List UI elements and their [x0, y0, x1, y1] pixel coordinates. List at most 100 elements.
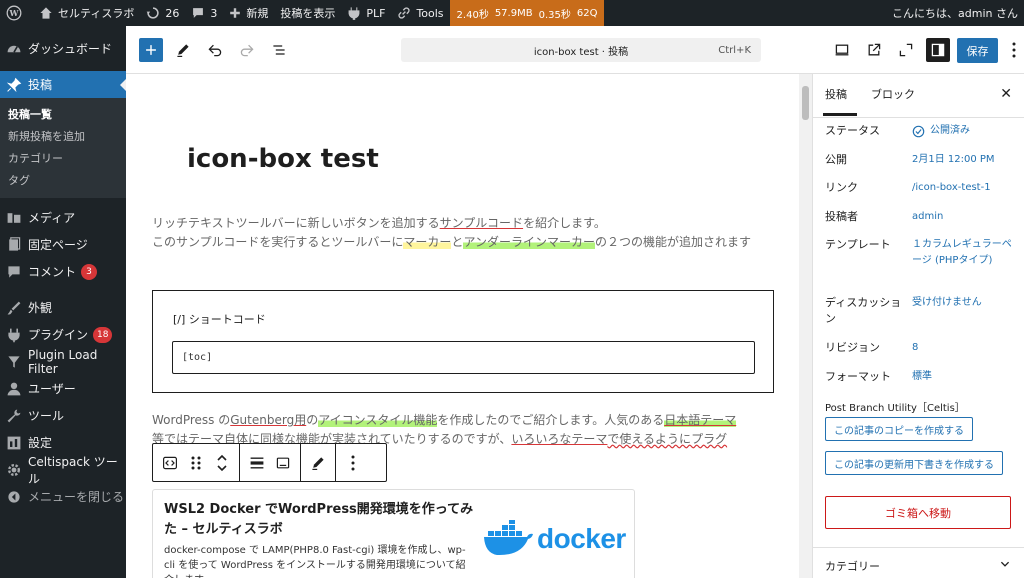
view-post-link[interactable]: 投稿を表示 — [274, 0, 341, 26]
tab-post[interactable]: 投稿 — [823, 86, 857, 116]
move-to-trash-label: ゴミ箱へ移動 — [885, 506, 951, 520]
drag-handle[interactable] — [185, 452, 207, 474]
p1-text-d: このサンプルコードを実行するとツールバーに — [152, 235, 404, 249]
menu-settings-label: 設定 — [28, 436, 53, 450]
plus-icon — [146, 45, 156, 55]
menu-plf-label: Plugin Load Filter — [28, 347, 98, 376]
tab-block[interactable]: ブロック — [871, 86, 915, 102]
menu-posts[interactable]: 投稿 — [0, 71, 126, 98]
updates-icon — [147, 7, 159, 19]
docker-whale-icon — [484, 520, 533, 556]
menu-appearance[interactable]: 外観 — [0, 294, 126, 321]
home-icon — [40, 7, 52, 19]
plugins-badge: 18 — [93, 326, 113, 343]
wp-logo-icon[interactable]: W — [0, 0, 33, 26]
submenu-add-new[interactable]: 新規投稿を追加 — [0, 126, 126, 148]
align-button[interactable] — [246, 452, 268, 474]
view-post-button[interactable] — [862, 38, 886, 62]
publish-date-button[interactable]: 2月1日 12:00 PM — [912, 152, 1012, 168]
undo-icon — [208, 44, 222, 57]
close-icon[interactable]: ✕ — [1000, 86, 1012, 102]
submenu-all-posts[interactable]: 投稿一覧 — [0, 104, 126, 126]
discussion-button[interactable]: 受け付けません — [912, 295, 1012, 311]
block-options-button[interactable] — [342, 452, 364, 474]
external-link-icon — [868, 43, 881, 56]
move-up-down-button[interactable] — [211, 452, 233, 474]
menu-tools[interactable]: ツール — [0, 402, 126, 429]
settings-sidebar-toggle[interactable] — [926, 38, 950, 62]
template-button[interactable]: １カラムレギュラーページ (PHPタイプ) — [912, 237, 1012, 269]
submenu-categories[interactable]: カテゴリー — [0, 148, 126, 170]
shortcode-input[interactable]: [toc] — [172, 341, 755, 374]
status-label: ステータス — [825, 124, 880, 137]
create-update-draft-button[interactable]: この記事の更新用下書きを作成する — [825, 451, 1003, 475]
save-label: 保存 — [966, 44, 989, 58]
permalink-button[interactable]: /icon-box-test-1 — [912, 180, 1012, 196]
canvas-scrollbar[interactable] — [799, 74, 812, 578]
format-button[interactable]: 標準 — [912, 369, 1012, 385]
view-post-label: 投稿を表示 — [280, 7, 336, 20]
query-monitor[interactable]: 2.40秒 57.9MB 0.35秒 62Q — [449, 0, 605, 26]
block-type-button[interactable] — [159, 452, 181, 474]
shortcode-label: [/] ショートコード — [173, 313, 266, 326]
site-name-link[interactable]: セルティスラボ — [33, 0, 140, 26]
post-title[interactable]: icon-box test — [187, 144, 379, 174]
new-content-link[interactable]: 新規 — [223, 0, 274, 26]
plf-link[interactable]: PLF — [341, 0, 391, 26]
menu-media[interactable]: メディア — [0, 204, 126, 231]
redo-icon — [240, 44, 254, 57]
admin-bar: W セルティスラボ 26 3 新規 投稿を表示 PLF Tools 2.40秒 … — [0, 0, 1024, 26]
sidebar-icon — [931, 43, 945, 57]
menu-users[interactable]: ユーザー — [0, 375, 126, 402]
submenu-tags[interactable]: タグ — [0, 170, 126, 192]
more-vertical-icon — [1012, 42, 1016, 58]
wrench-icon — [6, 408, 22, 424]
menu-pages[interactable]: 固定ページ — [0, 231, 126, 258]
shortcode-block[interactable]: [/] ショートコード [toc] — [152, 290, 774, 393]
edit-url-button[interactable] — [307, 452, 329, 474]
menu-appearance-label: 外観 — [28, 301, 53, 315]
category-panel-label: カテゴリー — [825, 560, 880, 573]
updates-link[interactable]: 26 — [140, 0, 185, 26]
status-value: 公開済み — [930, 125, 970, 136]
status-value-button[interactable]: 公開済み — [912, 123, 1012, 139]
scrollbar-thumb[interactable] — [802, 86, 809, 120]
category-panel-toggle[interactable]: カテゴリー — [813, 547, 1024, 578]
resize-button[interactable] — [272, 452, 294, 474]
p1-text-c: を紹介します。 — [523, 216, 606, 230]
undo-button[interactable] — [203, 38, 227, 62]
move-to-trash-button[interactable]: ゴミ箱へ移動 — [825, 496, 1011, 529]
sidebar-tabs: 投稿 ブロック ✕ — [813, 74, 1024, 118]
menu-plugins[interactable]: プラグイン 18 — [0, 321, 126, 348]
plugin-icon — [348, 7, 360, 20]
comments-link[interactable]: 3 — [185, 0, 223, 26]
options-menu-button[interactable] — [1006, 38, 1022, 62]
redo-button[interactable] — [235, 38, 259, 62]
collapse-icon — [6, 489, 22, 505]
posts-submenu: 投稿一覧 新規投稿を追加 カテゴリー タグ — [0, 98, 126, 198]
menu-comments[interactable]: コメント 3 — [0, 258, 126, 285]
tools-button[interactable] — [171, 38, 195, 62]
link-row: リンク /icon-box-test-1 — [825, 180, 1013, 200]
revisions-row: リビジョン 8 — [825, 340, 1013, 360]
link-card-embed[interactable]: WSL2 Docker でWordPress開発環境を作ってみた – セルティス… — [152, 489, 635, 578]
command-palette-bar[interactable]: icon-box test · 投稿 Ctrl+K — [401, 38, 761, 62]
collapse-menu-button[interactable]: メニューを閉じる — [0, 483, 126, 510]
revisions-button[interactable]: 8 — [912, 340, 1012, 356]
account-greeting[interactable]: こんにちは、admin さん — [886, 0, 1024, 26]
menu-plugin-load-filter[interactable]: Plugin Load Filter — [0, 347, 126, 376]
block-inserter-button[interactable] — [139, 38, 163, 62]
paragraph-block[interactable]: リッチテキストツールバーに新しいボタンを追加するサンプルコードを紹介します。 こ… — [152, 214, 772, 252]
menu-celtispack[interactable]: Celtispack ツール — [0, 455, 126, 486]
tools-link[interactable]: Tools — [391, 0, 449, 26]
preview-button[interactable] — [830, 38, 854, 62]
menu-comments-label: コメント — [28, 265, 77, 279]
pencil-icon — [312, 456, 324, 470]
create-copy-button[interactable]: この記事のコピーを作成する — [825, 417, 973, 441]
menu-dashboard[interactable]: ダッシュボード — [0, 35, 126, 62]
fullscreen-button[interactable] — [894, 38, 918, 62]
author-button[interactable]: admin — [912, 209, 1012, 225]
document-overview-button[interactable] — [267, 38, 291, 62]
fullscreen-icon — [899, 43, 913, 57]
save-button[interactable]: 保存 — [957, 38, 998, 63]
